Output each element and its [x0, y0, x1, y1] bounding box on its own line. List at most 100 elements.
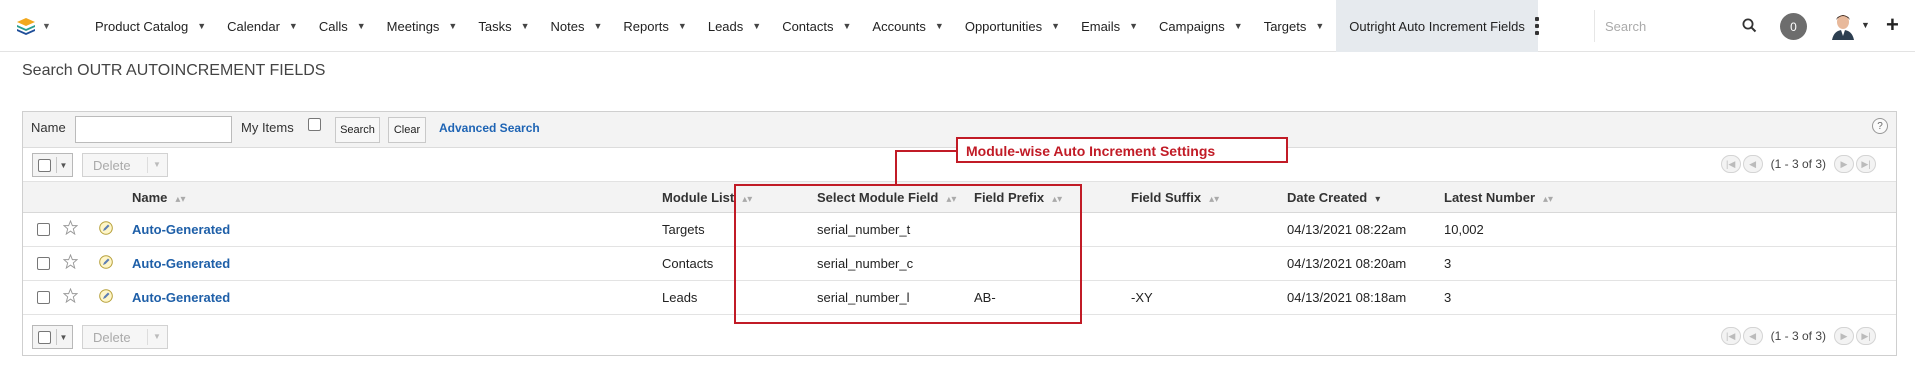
edit-pencil-icon[interactable]: [99, 255, 113, 269]
delete-button[interactable]: Delete ▼: [82, 153, 168, 177]
sort-icon[interactable]: ▴▾: [1209, 194, 1219, 205]
record-name-link[interactable]: Auto-Generated: [132, 222, 230, 237]
date-created-cell: 04/13/2021 08:18am: [1287, 290, 1407, 305]
plus-icon[interactable]: +: [1886, 14, 1899, 36]
tab-emails[interactable]: Emails ▼: [1070, 0, 1148, 52]
last-page-icon[interactable]: ▶|: [1856, 327, 1876, 345]
chevron-down-icon[interactable]: ▼: [56, 157, 70, 173]
select-all-dropdown[interactable]: ▼: [32, 153, 73, 177]
tab-meetings[interactable]: Meetings ▼: [376, 0, 468, 52]
tab-opportunities[interactable]: Opportunities ▼: [954, 0, 1070, 52]
chevron-down-icon[interactable]: ▼: [521, 21, 530, 31]
column-header-latest-number[interactable]: Latest Number ▴▾: [1444, 190, 1553, 205]
record-name-link[interactable]: Auto-Generated: [132, 256, 230, 271]
sort-icon[interactable]: ▴▾: [1543, 194, 1553, 205]
column-header-field-suffix[interactable]: Field Suffix ▴▾: [1131, 190, 1219, 205]
first-page-icon[interactable]: |◀: [1720, 327, 1741, 345]
chevron-down-icon[interactable]: ▼: [593, 21, 602, 31]
tab-label: Emails: [1081, 18, 1121, 34]
edit-pencil-icon[interactable]: [99, 289, 113, 303]
chevron-down-icon[interactable]: ▼: [357, 21, 366, 31]
chevron-down-icon[interactable]: ▼: [1129, 21, 1138, 31]
favorite-star-icon[interactable]: [63, 254, 78, 269]
tab-accounts[interactable]: Accounts ▼: [861, 0, 953, 52]
delete-label: Delete: [93, 330, 131, 345]
chevron-down-icon[interactable]: ▼: [289, 21, 298, 31]
callout-text: Module-wise Auto Increment Settings: [966, 143, 1216, 159]
select-all-dropdown[interactable]: ▼: [32, 325, 73, 349]
favorite-star-icon[interactable]: [63, 288, 78, 303]
record-name-link[interactable]: Auto-Generated: [132, 290, 230, 305]
column-header-name[interactable]: Name ▴▾: [132, 190, 185, 205]
chevron-down-icon[interactable]: ▼: [752, 21, 761, 31]
search-button[interactable]: Search: [335, 117, 380, 143]
edit-pencil-icon[interactable]: [99, 221, 113, 235]
select-all-checkbox[interactable]: [38, 331, 51, 344]
row-checkbox[interactable]: [37, 291, 50, 304]
sort-desc-icon[interactable]: ▾: [1375, 194, 1380, 205]
module-tabs: Product Catalog ▼ Calendar ▼ Calls ▼ Meetin…: [84, 0, 1538, 52]
search-icon[interactable]: [1742, 18, 1757, 33]
pagination-text: (1 - 3 of 3): [1770, 329, 1826, 343]
chevron-down-icon[interactable]: ▼: [678, 21, 687, 31]
tab-label: Accounts: [872, 18, 926, 34]
help-icon[interactable]: ?: [1872, 118, 1888, 134]
column-label: Field Suffix: [1131, 190, 1202, 205]
row-checkbox[interactable]: [37, 257, 50, 270]
delete-button[interactable]: Delete ▼: [82, 325, 168, 349]
tab-contacts[interactable]: Contacts ▼: [771, 0, 861, 52]
pagination-text: (1 - 3 of 3): [1770, 157, 1826, 171]
module-list-cell: Leads: [662, 290, 698, 305]
tab-targets[interactable]: Targets ▼: [1253, 0, 1335, 52]
tab-calls[interactable]: Calls ▼: [308, 0, 376, 52]
advanced-search-link[interactable]: Advanced Search: [439, 121, 540, 135]
tab-label: Tasks: [478, 18, 512, 34]
chevron-down-icon[interactable]: ▼: [147, 329, 161, 345]
row-checkbox[interactable]: [37, 223, 50, 236]
global-search-input[interactable]: [1595, 10, 1735, 42]
tab-leads[interactable]: Leads ▼: [697, 0, 771, 52]
chevron-down-icon[interactable]: ▼: [935, 21, 944, 31]
favorite-star-icon[interactable]: [63, 220, 78, 235]
select-all-checkbox[interactable]: [38, 159, 51, 172]
first-page-icon[interactable]: |◀: [1720, 155, 1741, 173]
next-page-icon[interactable]: ▶: [1834, 155, 1854, 173]
tab-outright-auto-increment-fields[interactable]: Outright Auto Increment Fields: [1336, 0, 1538, 52]
list-toolbar-bottom: ▼ Delete ▼ |◀ ◀ (1 - 3 of 3) ▶ ▶|: [23, 320, 1896, 354]
column-header-date-created[interactable]: Date Created ▾: [1287, 190, 1380, 205]
tab-label: Calls: [318, 18, 348, 34]
tab-notes[interactable]: Notes ▼: [540, 0, 613, 52]
tab-calendar[interactable]: Calendar ▼: [216, 0, 308, 52]
chevron-down-icon[interactable]: ▼: [1315, 21, 1324, 31]
chevron-down-icon[interactable]: ▼: [197, 21, 206, 31]
more-modules-icon[interactable]: [1530, 15, 1544, 37]
chevron-down-icon[interactable]: ▼: [448, 21, 457, 31]
next-page-icon[interactable]: ▶: [1834, 327, 1854, 345]
name-search-input[interactable]: [75, 116, 232, 143]
prev-page-icon[interactable]: ◀: [1742, 155, 1763, 173]
last-page-icon[interactable]: ▶|: [1856, 155, 1876, 173]
notification-count-badge[interactable]: 0: [1780, 13, 1807, 40]
prev-page-icon[interactable]: ◀: [1742, 327, 1763, 345]
clear-button[interactable]: Clear: [388, 117, 426, 143]
my-items-checkbox[interactable]: [308, 118, 321, 131]
chevron-down-icon[interactable]: ▼: [56, 329, 70, 345]
chevron-down-icon[interactable]: ▼: [843, 21, 852, 31]
tab-label: Contacts: [782, 18, 834, 34]
app-logo-menu[interactable]: ▼: [16, 13, 54, 39]
user-avatar[interactable]: [1830, 12, 1856, 40]
chevron-down-icon[interactable]: ▼: [1861, 20, 1870, 30]
tab-product-catalog[interactable]: Product Catalog ▼: [84, 0, 216, 52]
tab-tasks[interactable]: Tasks ▼: [467, 0, 539, 52]
chevron-down-icon[interactable]: ▼: [1051, 21, 1060, 31]
tab-campaigns[interactable]: Campaigns ▼: [1148, 0, 1253, 52]
tab-reports[interactable]: Reports ▼: [612, 0, 696, 52]
callout-connector: [895, 150, 897, 185]
name-label: Name: [31, 120, 66, 135]
column-label: Date Created: [1287, 190, 1368, 205]
tab-label: Campaigns: [1159, 18, 1225, 34]
column-label: Module List: [662, 190, 735, 205]
sort-icon[interactable]: ▴▾: [175, 194, 185, 205]
chevron-down-icon[interactable]: ▼: [147, 157, 161, 173]
chevron-down-icon[interactable]: ▼: [1234, 21, 1243, 31]
